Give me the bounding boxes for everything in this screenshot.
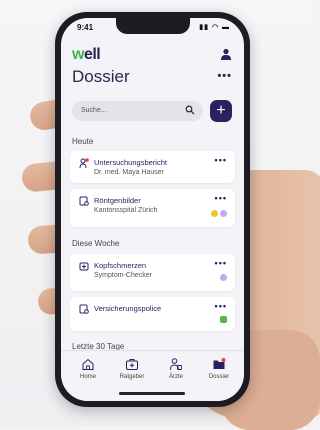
home-indicator [119,392,185,395]
symptom-icon [79,262,89,271]
card-title: Versicherungspolice [94,304,162,313]
document-icon [79,304,89,314]
xray-icon [79,196,89,206]
card-subtitle: Kantonsspital Zürich [94,207,158,214]
tag-green [220,316,227,323]
page-title: Dossier [72,67,130,86]
card-title: Kopfschmerzen [94,261,147,270]
section-this-week: Diese Woche [72,239,120,248]
tab-label: Ratgeber [119,374,145,380]
medkit-icon [126,359,138,370]
tab-label: Home [79,374,96,380]
card-more-icon[interactable]: ••• [215,258,227,268]
tab-home[interactable]: Home [68,357,108,380]
more-options-icon[interactable]: ••• [217,70,232,82]
tab-ratgeber[interactable]: Ratgeber [112,357,152,380]
card-title: Untersuchungsbericht [94,158,167,167]
tab-aerzte[interactable]: Ärzte [156,357,196,380]
logo-w: w [72,46,84,63]
tab-label: Dossier [208,374,230,380]
card-more-icon[interactable]: ••• [215,193,227,203]
user-icon[interactable] [220,48,232,60]
tag-lilac [220,274,227,281]
card-versicherungspolice[interactable]: Versicherungspolice ••• [70,297,235,331]
phone-screen: 9:41 ▮▮ ◠ ▬ well Dossier ••• Suche... + … [61,18,244,401]
card-roentgenbilder[interactable]: Röntgenbilder Kantonsspital Zürich ••• [70,189,235,227]
status-time: 9:41 [77,23,94,32]
card-kopfschmerzen[interactable]: Kopfschmerzen Symptom-Checker ••• [70,254,235,291]
status-icons: ▮▮ ◠ ▬ [199,24,230,31]
card-title: Röntgenbilder [94,196,141,205]
status-bar: 9:41 ▮▮ ◠ ▬ [61,22,244,36]
card-untersuchungsbericht[interactable]: Untersuchungsbericht Dr. med. Maya Hause… [70,151,235,183]
card-more-icon[interactable]: ••• [215,155,227,165]
tag-yellow [211,210,218,217]
logo-rest: ell [83,46,101,63]
search-placeholder: Suche... [81,107,107,114]
card-more-icon[interactable]: ••• [215,301,227,311]
tag-lilac [220,210,227,217]
doctor-report-icon [79,158,89,168]
search-input[interactable]: Suche... [72,101,203,121]
card-subtitle: Dr. med. Maya Hauser [94,169,165,176]
app-logo: well [72,46,101,64]
section-today: Heute [72,137,94,146]
phone-device: 9:41 ▮▮ ◠ ▬ well Dossier ••• Suche... + … [55,12,250,407]
card-subtitle: Symptom-Checker [94,272,152,279]
search-icon [185,105,195,115]
add-button[interactable]: + [210,100,232,122]
home-icon [82,358,94,370]
tab-dossier[interactable]: Dossier [199,357,239,380]
tab-label: Ärzte [168,374,183,380]
doctor-icon [170,358,182,371]
folder-icon [213,358,226,369]
